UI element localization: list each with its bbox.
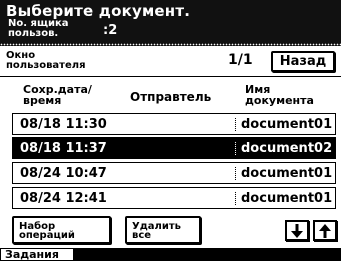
scroll-down-button[interactable] <box>285 220 309 241</box>
box-number-value: :2 <box>103 23 118 38</box>
box-type-line2: пользователя <box>6 60 86 71</box>
table-row[interactable]: 08/18 11:30 document01 <box>12 113 336 135</box>
column-separator <box>235 142 237 155</box>
row-document-name: document01 <box>241 191 333 206</box>
divider <box>0 76 341 77</box>
operation-menu-label-line2: операций <box>19 230 75 241</box>
delete-all-button[interactable]: Удалить все <box>125 216 201 244</box>
table-row-selected[interactable]: 08/18 11:37 document02 <box>12 137 336 159</box>
box-type-label: Окно пользователя <box>6 47 126 73</box>
row-date: 08/24 12:41 <box>20 190 107 206</box>
arrow-up-icon <box>319 223 331 238</box>
scroll-up-button[interactable] <box>313 220 337 241</box>
column-separator <box>235 192 237 205</box>
column-separator <box>235 167 237 180</box>
row-date: 08/24 10:47 <box>20 165 107 181</box>
row-document-name: document02 <box>241 141 333 156</box>
delete-all-label-line2: все <box>132 230 152 241</box>
page-indicator: 1/1 <box>228 52 253 68</box>
operation-menu-button[interactable]: Набор операций <box>12 216 111 244</box>
tab-jobs[interactable]: Задания <box>0 248 74 261</box>
header-bar: Выберите документ. No. ящика пользов. :2 <box>0 0 341 46</box>
header-dotted-border <box>0 43 341 46</box>
box-number-label-line2: пользов. <box>8 28 59 39</box>
table-row[interactable]: 08/24 12:41 document01 <box>12 187 336 209</box>
column-header-sender: Отправтель <box>130 90 212 104</box>
row-document-name: document01 <box>241 117 333 132</box>
row-document-name: document01 <box>241 166 333 181</box>
column-header-name-line2: документа <box>245 94 314 107</box>
column-separator <box>235 118 237 131</box>
row-date: 08/18 11:30 <box>20 116 107 132</box>
table-row[interactable]: 08/24 10:47 document01 <box>12 162 336 184</box>
row-date: 08/18 11:37 <box>20 140 107 156</box>
arrow-down-icon <box>291 223 303 238</box>
column-header-date-line2: время <box>23 94 62 107</box>
back-button[interactable]: Назад <box>271 51 335 72</box>
